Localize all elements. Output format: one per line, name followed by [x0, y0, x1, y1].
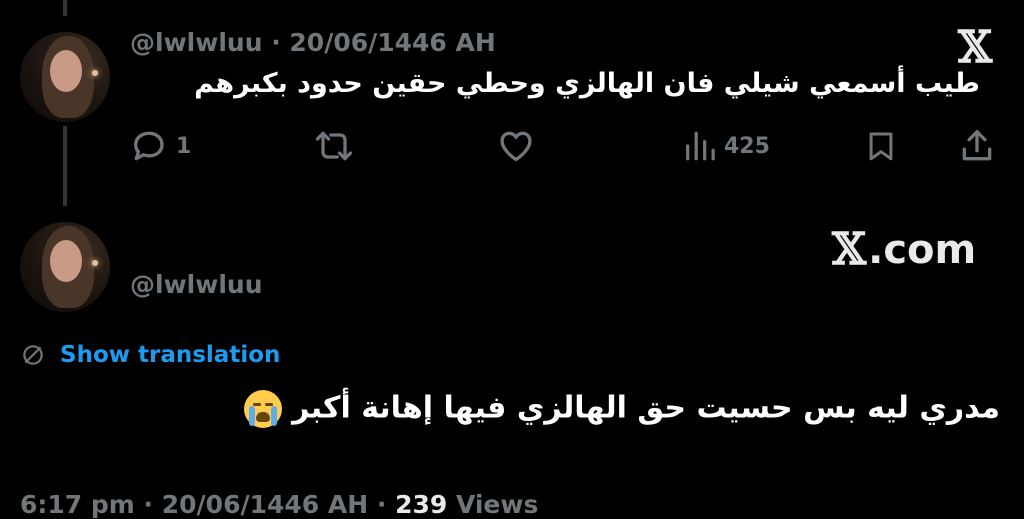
tweet-time[interactable]: 6:17 pm: [20, 490, 135, 519]
tweet-handle[interactable]: @lwlwluu: [130, 270, 263, 299]
views-button[interactable]: 425: [682, 124, 770, 168]
thread-line-top: [63, 0, 67, 16]
reply-count: 1: [176, 133, 192, 159]
tweet-actions: 1 425: [0, 124, 1024, 168]
loudly-crying-face-icon: [243, 390, 282, 428]
retweet-icon: [315, 131, 353, 161]
views-label: Views: [447, 490, 539, 519]
x-logo-icon[interactable]: 𝕏: [958, 22, 992, 73]
tweet-text: طيب أسمعي شيلي فان الهالزي وحطي حقين حدو…: [194, 68, 980, 99]
views-count: 425: [724, 133, 770, 159]
views-chart-icon: [686, 131, 715, 161]
bookmark-icon: [869, 132, 893, 161]
show-translation-link[interactable]: Show translation: [60, 342, 280, 368]
like-button[interactable]: [496, 124, 544, 168]
tweet-footer: 6:17 pm · 20/06/1446 AH · 239 Views: [20, 490, 538, 519]
x-watermark-icon: 𝕏: [832, 224, 867, 275]
tweet-date[interactable]: 20/06/1446 AH: [162, 490, 368, 519]
tweet-text-content: مدري ليه بس حسيت حق الهالزي فيها إهانة أ…: [292, 390, 1000, 426]
globe-icon: [23, 345, 43, 365]
x-watermark-text: .com: [868, 226, 977, 273]
footer-separator: ·: [134, 490, 162, 519]
reply-button[interactable]: 1: [130, 124, 191, 168]
share-icon: [962, 130, 992, 161]
footer-separator: ·: [368, 490, 396, 519]
translation-row[interactable]: Show translation: [20, 342, 280, 368]
retweet-button[interactable]: [312, 124, 364, 168]
views-count: 239: [395, 490, 448, 519]
avatar[interactable]: [20, 32, 110, 122]
heart-icon: [500, 131, 532, 162]
avatar[interactable]: [20, 222, 110, 312]
tweet-meta: @lwlwluu · 20/06/1446 AH: [130, 28, 496, 57]
reply-icon: [134, 131, 164, 161]
share-button[interactable]: [958, 124, 996, 168]
tweet-text: مدري ليه بس حسيت حق الهالزي فيها إهانة أ…: [240, 390, 1000, 428]
bookmark-button[interactable]: [864, 124, 898, 168]
x-com-watermark: 𝕏 .com: [832, 224, 976, 275]
